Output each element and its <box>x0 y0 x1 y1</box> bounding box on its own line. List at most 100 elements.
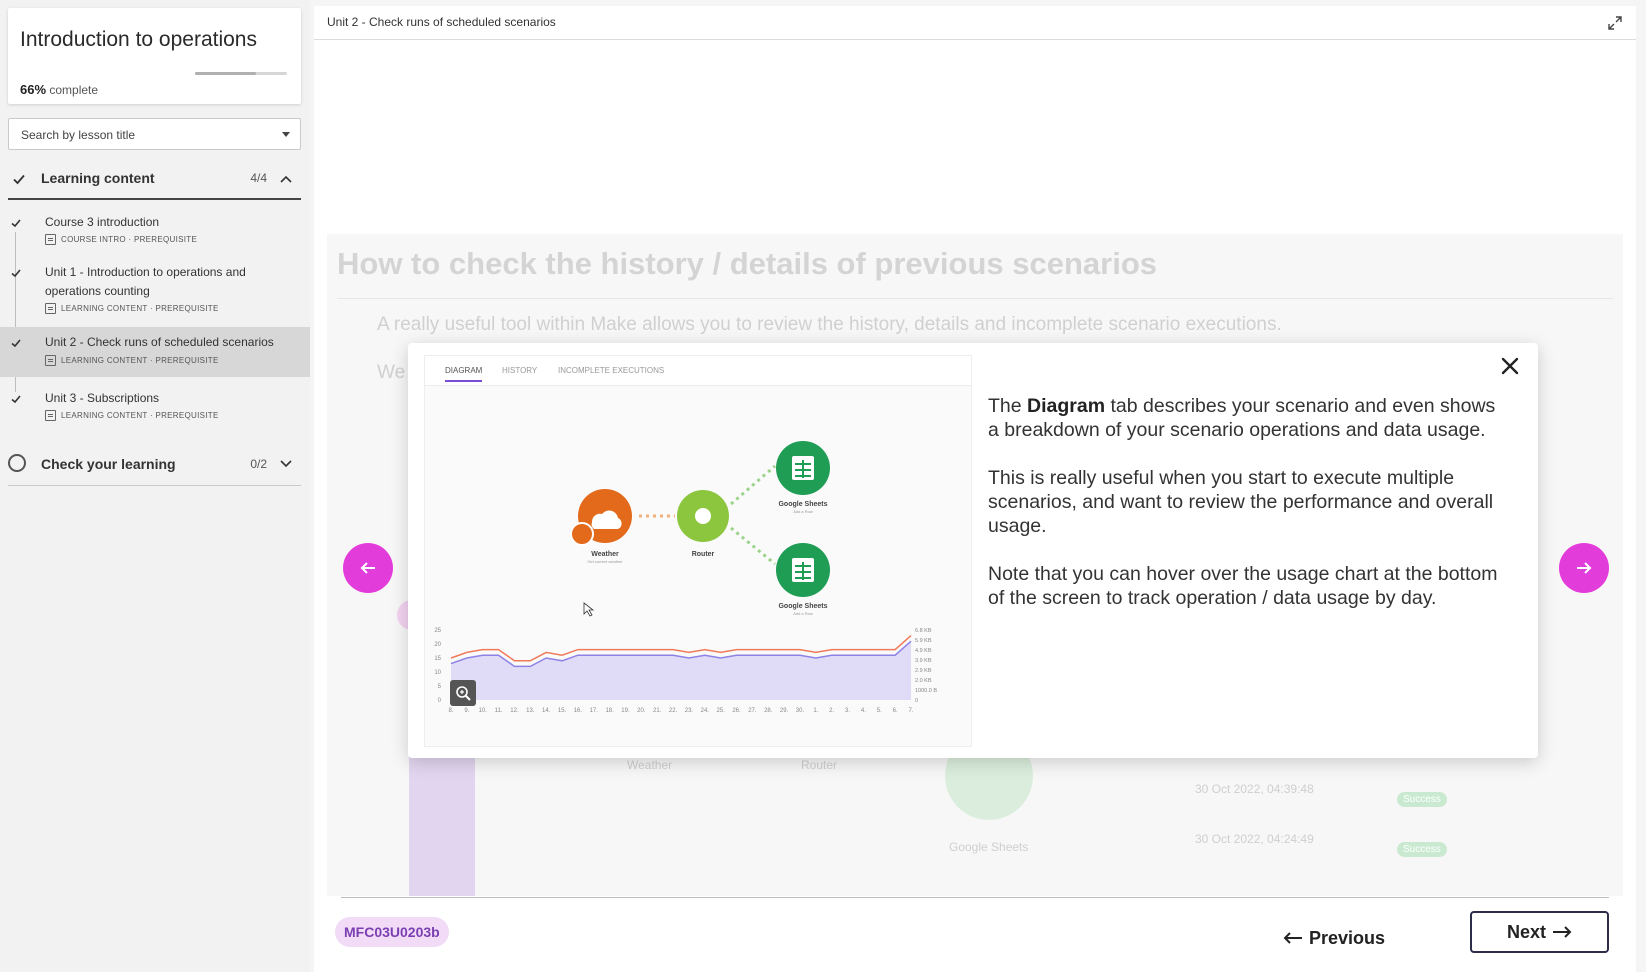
p1-before: The <box>988 395 1028 417</box>
chart-x-tick-label: 2. <box>829 708 834 714</box>
caret-down-icon <box>282 132 290 137</box>
previous-label: Previous <box>1308 927 1386 948</box>
chart-y2-tick-label: 5.9 KB <box>915 638 932 644</box>
section-title: Learning content <box>41 170 155 186</box>
lesson-search-placeholder: Search by lesson title <box>21 128 136 142</box>
chart-y2-tick-label: 6.8 KB <box>915 628 932 634</box>
lightbox-next-button[interactable] <box>1559 543 1609 593</box>
course-title: Introduction to operations <box>20 28 257 51</box>
screenshot-tab-incomplete: INCOMPLETE EXECUTIONS <box>558 366 665 375</box>
chart-x-tick-label: 10. <box>479 708 488 714</box>
chart-x-tick-label: 20. <box>637 708 646 714</box>
chart-x-tick-label: 4. <box>861 708 866 714</box>
magnifier-icon <box>456 686 471 701</box>
check-icon <box>11 269 21 278</box>
zoom-button <box>450 680 476 706</box>
background-paragraph: A really useful tool within Make allows … <box>377 314 1282 335</box>
lesson-item[interactable]: Unit 3 - Subscriptions LEARNING CONTENT … <box>0 388 310 430</box>
lesson-meta: LEARNING CONTENT · PREREQUISITE <box>45 355 219 366</box>
document-icon <box>45 303 56 314</box>
scenario-screenshot: DIAGRAM HISTORY INCOMPLETE EXECUTIONS We… <box>424 355 972 747</box>
background-success-badge: Success <box>1397 792 1447 807</box>
chart-y-tick-label: 5 <box>438 684 442 690</box>
screenshot-tabs: DIAGRAM HISTORY INCOMPLETE EXECUTIONS <box>425 356 971 386</box>
expand-icon[interactable] <box>1608 16 1622 30</box>
lesson-title: Unit 2 - Check runs of scheduled scenari… <box>45 335 274 349</box>
background-history-time: 30 Oct 2022, 04:39:48 <box>1195 782 1314 796</box>
progress-percent: 66% <box>20 82 47 97</box>
weather-node-icon <box>570 489 632 546</box>
chart-y-tick-label: 15 <box>434 656 441 662</box>
lesson-search-select[interactable]: Search by lesson title <box>8 118 301 150</box>
background-weather-label: Weather <box>627 758 673 772</box>
document-icon <box>45 410 56 421</box>
previous-button[interactable]: Previous <box>1274 917 1394 959</box>
lesson-item[interactable]: Unit 1 - Introduction to operations and … <box>0 260 310 320</box>
lesson-meta-text: COURSE INTRO · PREREQUISITE <box>61 235 198 244</box>
course-sidebar: Introduction to operations 66% complete … <box>0 0 310 972</box>
mouse-cursor-icon <box>583 602 595 617</box>
section-count: 0/2 <box>250 456 267 471</box>
scenario-flow-diagram: Weather Get current weather Router Googl… <box>570 441 830 617</box>
chart-x-tick-label: 17. <box>590 708 599 714</box>
chart-x-tick-label: 22. <box>669 708 678 714</box>
course-progress-text: 66% complete <box>20 82 98 97</box>
router-node-icon <box>677 490 729 542</box>
check-icon <box>11 219 21 228</box>
course-progress-fill <box>195 72 256 75</box>
close-icon[interactable] <box>1498 354 1522 378</box>
chart-x-tick-label: 16. <box>574 708 583 714</box>
background-sheets-label: Google Sheets <box>949 840 1029 854</box>
lesson-meta: LEARNING CONTENT · PREREQUISITE <box>45 410 219 421</box>
arrow-left-icon <box>1283 932 1302 944</box>
lightbox-previous-button[interactable] <box>343 543 393 593</box>
incomplete-circle-icon <box>8 454 26 472</box>
chart-x-tick-label: 8. <box>448 708 453 714</box>
lesson-title: Unit 3 - Subscriptions <box>45 391 160 405</box>
chart-y2-tick-label: 2.9 KB <box>915 668 932 674</box>
course-progress-bar <box>195 72 287 75</box>
sheets-node-label: Google Sheets <box>778 501 827 508</box>
chart-x-tick-label: 12. <box>510 708 519 714</box>
background-heading: How to check the history / details of pr… <box>337 246 1158 281</box>
chevron-up-icon[interactable] <box>279 172 293 186</box>
section-learning-content[interactable]: Learning content 4/4 <box>8 158 301 200</box>
section-title: Check your learning <box>41 455 176 472</box>
chart-x-tick-label: 6. <box>893 708 898 714</box>
sheets-node-sublabel: Add a Row <box>793 509 813 514</box>
chart-y2-tick-label: 0 <box>915 698 918 704</box>
chart-x-tick-label: 5. <box>877 708 882 714</box>
lightbox-modal: DIAGRAM HISTORY INCOMPLETE EXECUTIONS We… <box>408 343 1538 758</box>
background-router-label: Router <box>801 758 838 772</box>
chart-x-tick-label: 7. <box>908 708 913 714</box>
diagram-term: Diagram <box>1027 395 1106 417</box>
chart-y-tick-label: 20 <box>434 642 441 648</box>
course-card: Introduction to operations 66% complete <box>8 8 301 104</box>
lesson-item[interactable]: Course 3 introduction COURSE INTRO · PRE… <box>0 210 310 252</box>
lesson-item-active[interactable]: Unit 2 - Check runs of scheduled scenari… <box>0 327 310 377</box>
chart-y-tick-label: 25 <box>434 628 441 634</box>
chart-y2-tick-label: 4.9 KB <box>915 648 932 654</box>
chart-y2-tick-label: 1000.0 B <box>915 688 937 694</box>
chart-x-tick-label: 21. <box>653 708 662 714</box>
usage-chart: 25 20 15 10 5 0 6.8 KB 5.9 KB 4.9 KB 3.9 KB 2.9 KB… <box>434 628 937 714</box>
section-check-your-learning[interactable]: Check your learning 0/2 <box>8 442 301 486</box>
lesson-meta-text: LEARNING CONTENT · PREREQUISITE <box>61 411 219 420</box>
chart-x-tick-label: 29. <box>780 708 789 714</box>
chart-x-tick-label: 18. <box>605 708 614 714</box>
chart-y-tick-label: 0 <box>438 698 442 704</box>
chart-x-tick-label: 27. <box>748 708 757 714</box>
chart-x-tick-label: 25. <box>716 708 725 714</box>
chart-x-tick-label: 23. <box>685 708 694 714</box>
arrow-right-icon <box>1577 562 1592 574</box>
chart-y-tick-label: 10 <box>434 670 441 676</box>
check-icon <box>11 339 21 348</box>
chart-x-tick-label: 28. <box>764 708 773 714</box>
screenshot-tab-diagram: DIAGRAM <box>445 366 483 382</box>
chevron-down-icon[interactable] <box>279 456 293 470</box>
background-divider <box>337 298 1613 299</box>
background-history-time: 30 Oct 2022, 04:24:49 <box>1195 832 1314 846</box>
chart-x-tick-label: 3. <box>845 708 850 714</box>
lesson-topbar: Unit 2 - Check runs of scheduled scenari… <box>314 6 1636 40</box>
next-button[interactable]: Next <box>1470 911 1609 953</box>
